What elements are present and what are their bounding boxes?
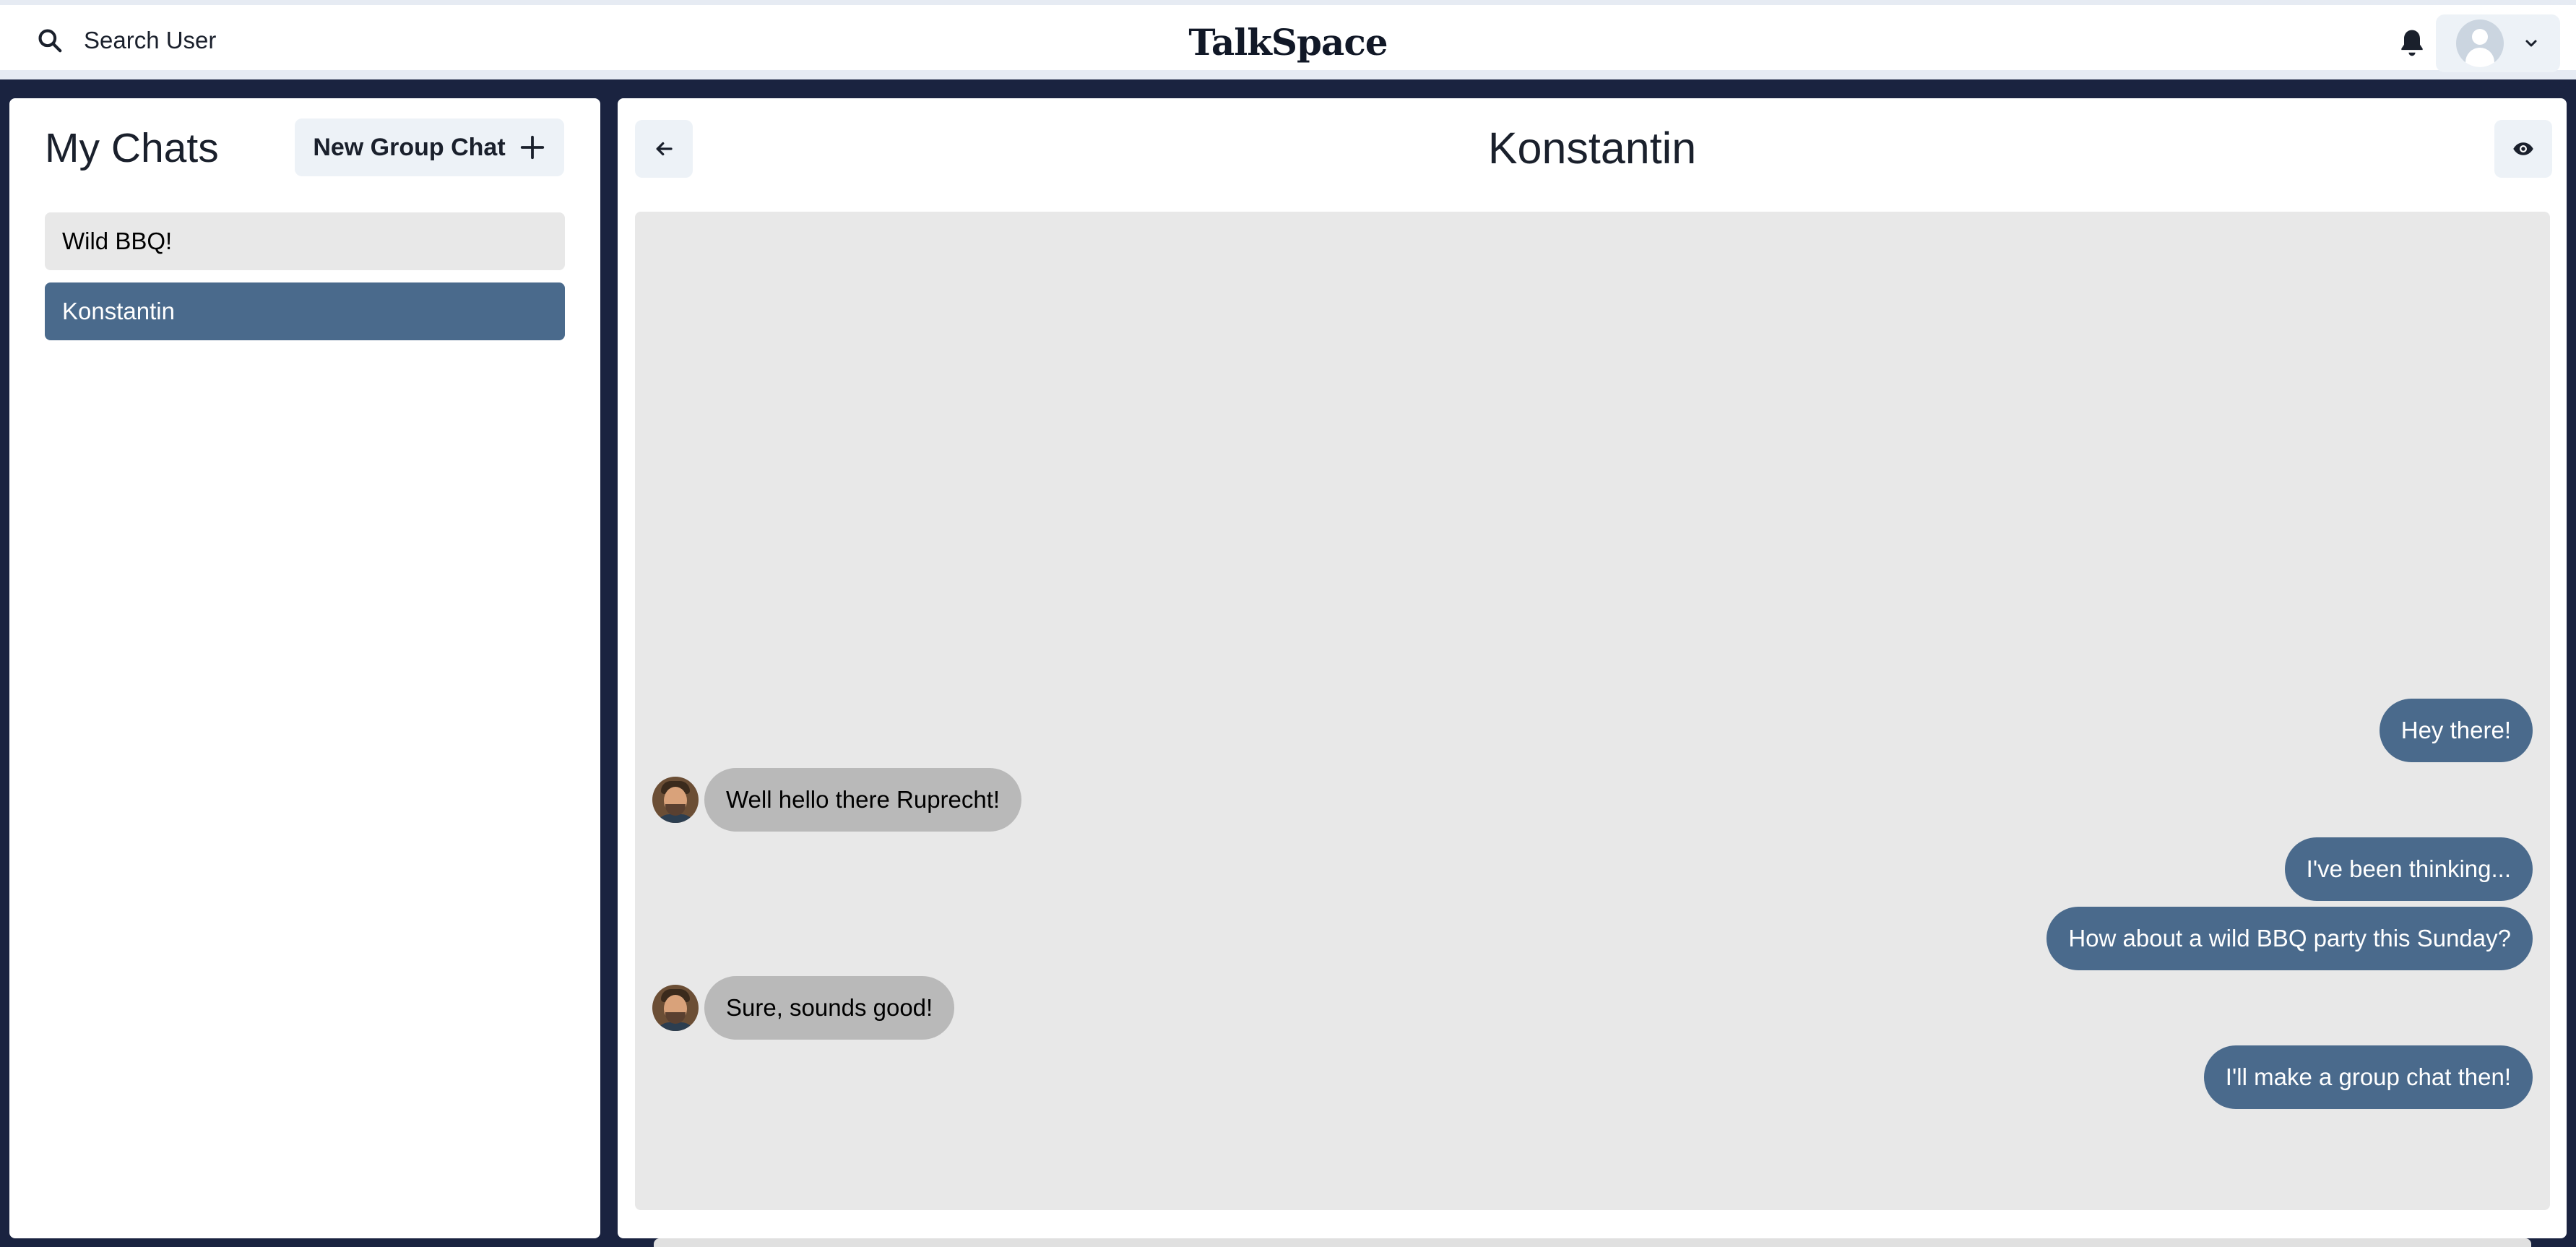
incoming-message: Sure, sounds good!: [704, 976, 955, 1040]
back-button[interactable]: [635, 120, 693, 178]
search-user-button[interactable]: Search User: [17, 15, 234, 66]
new-group-chat-label: New Group Chat: [313, 133, 506, 161]
chat-item-label: Konstantin: [62, 298, 175, 324]
profile-menu-button[interactable]: [2436, 14, 2560, 72]
eye-icon: [2513, 142, 2533, 155]
sender-avatar[interactable]: [652, 777, 699, 823]
chats-sidebar: My Chats New Group Chat Wild BBQ! Konsta…: [9, 98, 600, 1238]
outgoing-message: I'll make a group chat then!: [2203, 1045, 2533, 1109]
message-row: I've been thinking...: [652, 837, 2533, 901]
chevron-down-icon: [2525, 40, 2537, 47]
outgoing-message: I've been thinking...: [2284, 837, 2533, 901]
chat-item-wild-bbq[interactable]: Wild BBQ!: [45, 212, 565, 270]
sender-avatar[interactable]: [652, 985, 699, 1031]
message-row: I'll make a group chat then!: [652, 1045, 2533, 1109]
message-input[interactable]: [654, 1238, 2531, 1247]
chat-list: Wild BBQ! Konstantin: [45, 212, 565, 353]
new-group-chat-button[interactable]: New Group Chat: [295, 118, 564, 176]
brand-logo: TalkSpace: [1188, 21, 1388, 64]
top-bar: Search User TalkSpace: [0, 0, 2576, 79]
plus-icon: [520, 135, 544, 160]
arrow-left-icon: [656, 142, 673, 156]
messages-area[interactable]: Hey there! Well hello there Ruprecht! I'…: [635, 212, 2550, 1247]
search-user-label: Search User: [84, 27, 217, 53]
chat-item-label: Wild BBQ!: [62, 228, 173, 254]
search-icon: [38, 29, 62, 53]
conversation-title: Konstantin: [1487, 124, 1697, 173]
message-row: Hey there!: [652, 699, 2533, 762]
chat-item-konstantin[interactable]: Konstantin: [45, 282, 565, 340]
message-row: Sure, sounds good!: [652, 976, 2533, 1040]
outgoing-message: How about a wild BBQ party this Sunday?: [2046, 907, 2533, 970]
conversation-panel: Konstantin Hey there! Well hello there R…: [618, 98, 2567, 1247]
outgoing-message: Hey there!: [2379, 699, 2533, 762]
avatar-icon: [2456, 20, 2504, 67]
bell-icon[interactable]: [2396, 27, 2428, 59]
my-chats-title: My Chats: [45, 125, 219, 171]
view-profile-button[interactable]: [2494, 120, 2552, 178]
message-row: Well hello there Ruprecht!: [652, 768, 2533, 832]
message-row: How about a wild BBQ party this Sunday?: [652, 907, 2533, 970]
incoming-message: Well hello there Ruprecht!: [704, 768, 1022, 832]
